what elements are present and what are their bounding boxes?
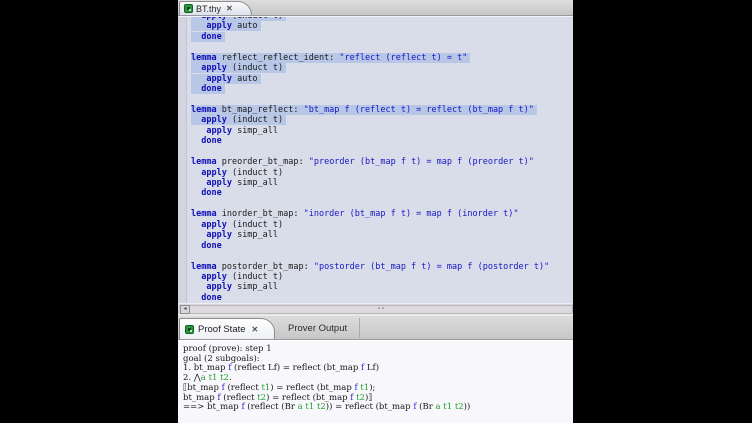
- code-line[interactable]: done: [191, 188, 573, 198]
- code-line[interactable]: apply (induct t): [191, 115, 573, 125]
- code-line[interactable]: apply auto: [191, 74, 573, 84]
- code-line[interactable]: apply simp_all: [191, 178, 573, 188]
- editor-gutter: [178, 17, 187, 304]
- code-line[interactable]: [191, 42, 573, 52]
- editor-tab-bar: BT.thy ✕: [178, 0, 573, 16]
- code-line[interactable]: lemma preorder_bt_map: "preorder (bt_map…: [191, 157, 573, 167]
- code-line[interactable]: done: [191, 84, 573, 94]
- code-line[interactable]: done: [191, 241, 573, 251]
- code-line[interactable]: apply (induct t): [191, 220, 573, 230]
- tab-proof-state[interactable]: Proof State ✕: [179, 318, 275, 339]
- bottom-panel-tab-bar: Proof State ✕ Prover Output: [178, 316, 573, 340]
- code-line[interactable]: apply simp_all: [191, 230, 573, 240]
- code-editor[interactable]: apply (induct t) apply auto done lemma re…: [178, 16, 573, 304]
- code-line[interactable]: [191, 251, 573, 261]
- code-line[interactable]: apply simp_all: [191, 282, 573, 292]
- code-line[interactable]: done: [191, 293, 573, 303]
- theory-file-icon: [184, 4, 193, 13]
- code-line[interactable]: [191, 147, 573, 157]
- proof-state-line: ==> bt_map f (reflect (Br a t1 t2)) = re…: [183, 403, 573, 413]
- close-icon[interactable]: ✕: [226, 4, 233, 13]
- proof-state-output: proof (prove): step 1goal (2 subgoals):1…: [178, 340, 573, 423]
- proof-state-line: 1. bt_map f (reflect Lf) = reflect (bt_m…: [183, 364, 573, 374]
- proof-state-icon: [185, 325, 194, 334]
- scroll-left-arrow-icon[interactable]: ◂: [180, 305, 190, 314]
- code-line[interactable]: [191, 95, 573, 105]
- code-line[interactable]: apply (induct t): [191, 168, 573, 178]
- proof-state-tab-label: Proof State: [198, 324, 246, 335]
- code-line[interactable]: lemma inorder_bt_map: "inorder (bt_map f…: [191, 209, 573, 219]
- code-line[interactable]: [191, 199, 573, 209]
- code-line[interactable]: done: [191, 32, 573, 42]
- code-line[interactable]: apply auto: [191, 21, 573, 31]
- screen: BT.thy ✕ apply (induct t) apply auto don…: [0, 0, 752, 423]
- tab-bt-thy[interactable]: BT.thy ✕: [179, 1, 252, 15]
- code-line[interactable]: lemma bt_map_reflect: "bt_map f (reflect…: [191, 105, 573, 115]
- tab-prover-output[interactable]: Prover Output: [276, 318, 360, 338]
- code-line[interactable]: apply (induct t): [191, 272, 573, 282]
- code-area[interactable]: apply (induct t) apply auto done lemma re…: [187, 16, 573, 304]
- code-line[interactable]: lemma postorder_bt_map: "postorder (bt_m…: [191, 262, 573, 272]
- code-line[interactable]: apply (induct t): [191, 63, 573, 73]
- isabelle-ide-window: BT.thy ✕ apply (induct t) apply auto don…: [178, 0, 573, 423]
- scrollbar-thumb[interactable]: ▪ ▪: [190, 305, 573, 314]
- editor-tab-label: BT.thy: [196, 4, 221, 14]
- code-line[interactable]: done: [191, 136, 573, 146]
- close-icon[interactable]: ✕: [252, 325, 259, 334]
- prover-output-tab-label: Prover Output: [288, 323, 347, 334]
- code-line[interactable]: lemma reflect_reflect_ident: "reflect (r…: [191, 53, 573, 63]
- code-line[interactable]: apply simp_all: [191, 126, 573, 136]
